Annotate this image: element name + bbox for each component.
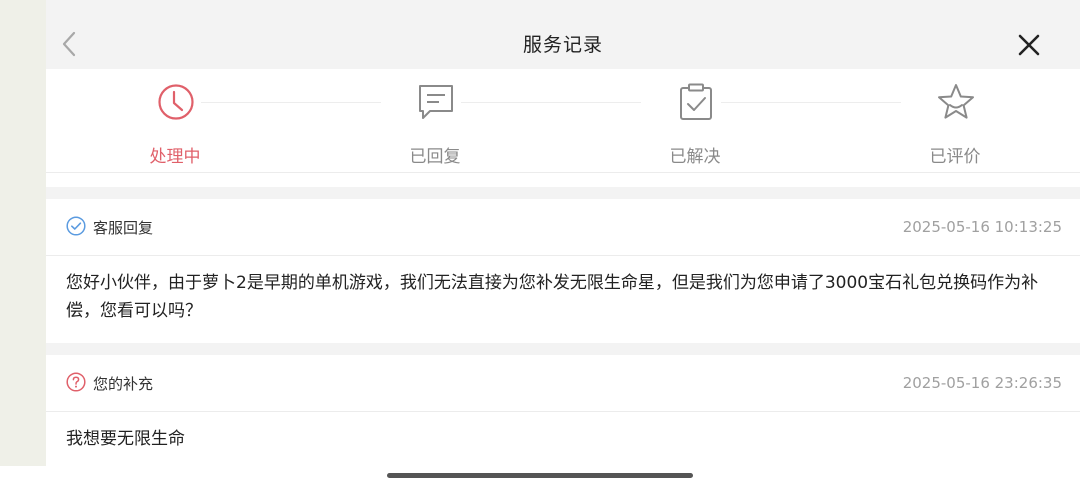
- header-bar: 服务记录: [46, 0, 1080, 69]
- clipboard-check-icon: [680, 83, 712, 120]
- home-indicator[interactable]: [387, 473, 693, 478]
- check-circle-icon: [66, 216, 86, 236]
- service-record-panel: 服务记录 处理中 已回复 已解决 已评价 客服回复 2025-05-16 10:…: [46, 0, 1080, 466]
- step-label: 已解决: [669, 147, 721, 167]
- page-title: 服务记录: [522, 34, 603, 56]
- record-header-user-supplement: 您的补充 2025-05-16 23:26:35: [46, 355, 1080, 411]
- record-header-support-reply: 客服回复 2025-05-16 10:13:25: [46, 199, 1080, 255]
- record-type-label: 客服回复: [93, 219, 154, 237]
- section-gap: [46, 343, 1080, 355]
- section-gap: [46, 187, 1080, 199]
- message-icon: [419, 85, 453, 119]
- progress-steps: 处理中 已回复 已解决 已评价: [46, 69, 1080, 172]
- divider: [46, 411, 1080, 412]
- app-root: 服务记录 处理中 已回复 已解决 已评价 客服回复 2025-05-16 10:…: [0, 0, 1080, 486]
- divider: [46, 172, 1080, 173]
- clock-icon: [158, 84, 194, 120]
- record-type-label: 您的补充: [93, 375, 154, 393]
- step-resolved[interactable]: 已解决: [625, 83, 765, 167]
- left-background-strip: [0, 0, 46, 466]
- close-icon: [1018, 34, 1040, 56]
- record-timestamp: 2025-05-16 10:13:25: [902, 218, 1062, 236]
- step-replied[interactable]: 已回复: [365, 83, 505, 167]
- close-button[interactable]: [1014, 30, 1044, 60]
- record-message: 您好小伙伴，由于萝卜2是早期的单机游戏，我们无法直接为您补发无限生命星，但是我们…: [66, 273, 1039, 321]
- record-message: 我想要无限生命: [66, 429, 185, 449]
- star-icon: [938, 84, 974, 119]
- step-label: 处理中: [149, 147, 201, 167]
- step-label: 已回复: [409, 147, 461, 167]
- step-label: 已评价: [929, 147, 981, 167]
- step-rated[interactable]: 已评价: [885, 83, 1025, 167]
- step-processing[interactable]: 处理中: [105, 83, 245, 167]
- record-timestamp: 2025-05-16 23:26:35: [902, 374, 1062, 392]
- divider: [46, 255, 1080, 256]
- question-circle-icon: [66, 372, 86, 392]
